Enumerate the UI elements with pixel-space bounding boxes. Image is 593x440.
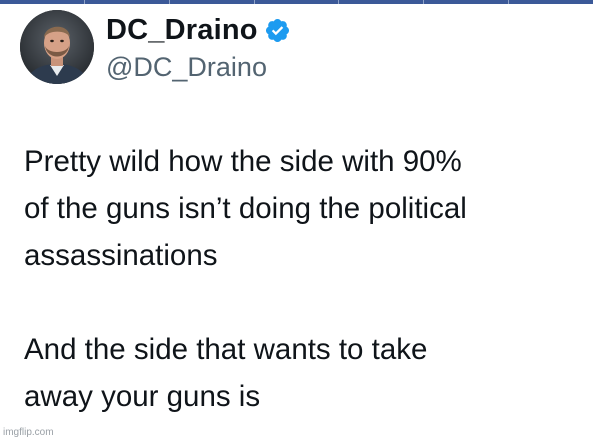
tweet-text: Pretty wild how the side with 90% of the…	[24, 138, 584, 420]
user-handle[interactable]: @DC_Draino	[106, 50, 291, 84]
verified-badge-icon	[265, 18, 289, 42]
display-name-row: DC_Draino	[106, 12, 291, 48]
display-name[interactable]: DC_Draino	[106, 12, 258, 48]
avatar[interactable]	[20, 10, 94, 84]
profile-photo-icon	[20, 10, 94, 84]
tweet-header: DC_Draino @DC_Draino	[20, 10, 291, 84]
tweet-identity: DC_Draino @DC_Draino	[106, 12, 291, 84]
top-strip	[0, 0, 593, 4]
tweet-text-paragraph: Pretty wild how the side with 90% of the…	[24, 145, 467, 272]
tweet-text-paragraph: And the side that wants to take away you…	[24, 333, 428, 413]
watermark: imgflip.com	[3, 427, 54, 438]
